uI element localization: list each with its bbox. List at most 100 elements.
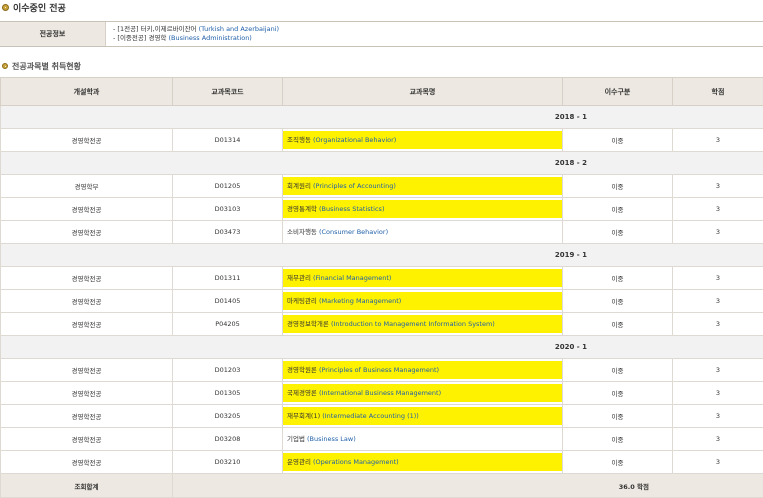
type-cell: 이중 [563,428,673,451]
course-name-korean: 재무관리 [287,274,313,282]
course-name-cell: 재무관리 (Financial Management) [283,267,563,290]
course-name-highlight: 마케팅관리 (Marketing Management) [283,292,562,310]
course-name-korean: 조직행동 [287,136,313,144]
term-label: 2019 - 1 [1,244,763,267]
header-code: 교과목코드 [173,78,283,106]
course-table: 개설학과 교과목코드 교과목명 이수구분 학점 2018 - 1경영학전공D01… [0,77,763,498]
dept-cell: 경영학전공 [1,221,173,244]
table-row: 경영학전공D03205재무회계(1) (Intermediate Account… [1,405,763,428]
course-name-cell: 국제경영론 (International Business Management… [283,382,563,405]
credit-cell: 3 [673,382,763,405]
dept-cell: 경영학전공 [1,290,173,313]
course-name-cell: 경영통계학 (Business Statistics) [283,198,563,221]
course-name-english: (International Business Management) [319,389,441,397]
table-row: 경영학전공D01311재무관리 (Financial Management)이중… [1,267,763,290]
header-credit: 학점 [673,78,763,106]
code-cell: D03473 [173,221,283,244]
major-info-panel: 전공정보 - [1전공] 터키,이제르바이잔어 (Turkish and Aze… [0,21,763,47]
course-name-english: (Business Statistics) [319,205,385,213]
code-cell: D01314 [173,129,283,152]
major-info-lines: - [1전공] 터키,이제르바이잔어 (Turkish and Azerbaij… [113,25,279,43]
type-cell: 이중 [563,405,673,428]
credit-cell: 3 [673,198,763,221]
total-label: 조회합계 [1,474,173,498]
major-info-label: 전공정보 [0,22,106,46]
course-name-english: (Business Law) [307,435,356,443]
dept-cell: 경영학전공 [1,451,173,474]
type-cell: 이중 [563,267,673,290]
table-header-row: 개설학과 교과목코드 교과목명 이수구분 학점 [1,78,763,106]
course-name-korean: 기업법 [287,435,307,443]
major-line-2-english: (Business Administration) [168,34,251,42]
code-cell: P04205 [173,313,283,336]
header-dept: 개설학과 [1,78,173,106]
course-name-english: (Intermediate Accounting (1)) [322,412,419,420]
course-name-english: (Consumer Behavior) [319,228,388,236]
dept-cell: 경영학부 [1,175,173,198]
table-row: 경영학전공D03210운영관리 (Operations Management)이… [1,451,763,474]
table-body: 2018 - 1경영학전공D01314조직행동 (Organizational … [1,106,763,498]
course-name-cell: 기업법 (Business Law) [283,428,563,451]
total-row: 조회합계36.0 학점 [1,474,763,498]
course-name-korean: 마케팅관리 [287,297,319,305]
credit-cell: 3 [673,405,763,428]
code-cell: D01311 [173,267,283,290]
credit-cell: 3 [673,175,763,198]
header-course-name: 교과목명 [283,78,563,106]
credit-cell: 3 [673,313,763,336]
major-line-1-text: - [1전공] 터키,이제르바이잔어 [113,25,199,33]
dept-cell: 경영학전공 [1,129,173,152]
term-row: 2018 - 1 [1,106,763,129]
type-cell: 이중 [563,290,673,313]
bullet-icon [2,63,8,69]
dept-cell: 경영학전공 [1,198,173,221]
code-cell: D01205 [173,175,283,198]
sub-section-title-text: 전공과목별 취득현황 [12,61,81,71]
total-value: 36.0 학점 [173,474,763,498]
course-name-cell: 마케팅관리 (Marketing Management) [283,290,563,313]
type-cell: 이중 [563,175,673,198]
credit-cell: 3 [673,221,763,244]
course-name-english: (Principles of Accounting) [313,182,396,190]
code-cell: D03210 [173,451,283,474]
course-name-highlight: 운영관리 (Operations Management) [283,453,562,471]
course-name-highlight: 국제경영론 (International Business Management… [283,384,562,402]
code-cell: D03103 [173,198,283,221]
course-name-highlight: 조직행동 (Organizational Behavior) [283,131,562,149]
section-title: 이수중인 전공 [2,1,66,13]
course-name-english: (Organizational Behavior) [313,136,396,144]
credit-cell: 3 [673,428,763,451]
course-name-korean: 운영관리 [287,458,313,466]
type-cell: 이중 [563,129,673,152]
course-name-cell: 재무회계(1) (Intermediate Accounting (1)) [283,405,563,428]
bullet-icon [2,4,9,11]
term-label: 2020 - 1 [1,336,763,359]
table-row: 경영학전공D01203경영학원론 (Principles of Business… [1,359,763,382]
major-line-2-text: - [이중전공] 경영학 [113,34,168,42]
credit-cell: 3 [673,359,763,382]
credit-cell: 3 [673,267,763,290]
code-cell: D01405 [173,290,283,313]
major-line-1-english: (Turkish and Azerbaijani) [199,25,279,33]
course-name-english: (Introduction to Management Information … [331,320,495,328]
course-name-korean: 재무회계(1) [287,412,322,420]
section-title-text: 이수중인 전공 [13,1,66,14]
table-row: 경영학전공D01405마케팅관리 (Marketing Management)이… [1,290,763,313]
course-name-english: (Operations Management) [313,458,399,466]
credit-cell: 3 [673,290,763,313]
course-name: 기업법 (Business Law) [283,430,562,448]
course-name-highlight: 경영학원론 (Principles of Business Management… [283,361,562,379]
major-line-1: - [1전공] 터키,이제르바이잔어 (Turkish and Azerbaij… [113,25,279,34]
type-cell: 이중 [563,451,673,474]
table-row: 경영학전공P04205경영정보학개론 (Introduction to Mana… [1,313,763,336]
table-row: 경영학전공D01305국제경영론 (International Business… [1,382,763,405]
term-row: 2020 - 1 [1,336,763,359]
course-name-cell: 소비자행동 (Consumer Behavior) [283,221,563,244]
course-name: 소비자행동 (Consumer Behavior) [283,223,562,241]
course-name-cell: 조직행동 (Organizational Behavior) [283,129,563,152]
course-name-highlight: 재무관리 (Financial Management) [283,269,562,287]
course-name-korean: 국제경영론 [287,389,319,397]
course-name-cell: 경영정보학개론 (Introduction to Management Info… [283,313,563,336]
course-name-highlight: 경영통계학 (Business Statistics) [283,200,562,218]
major-line-2: - [이중전공] 경영학 (Business Administration) [113,34,279,43]
